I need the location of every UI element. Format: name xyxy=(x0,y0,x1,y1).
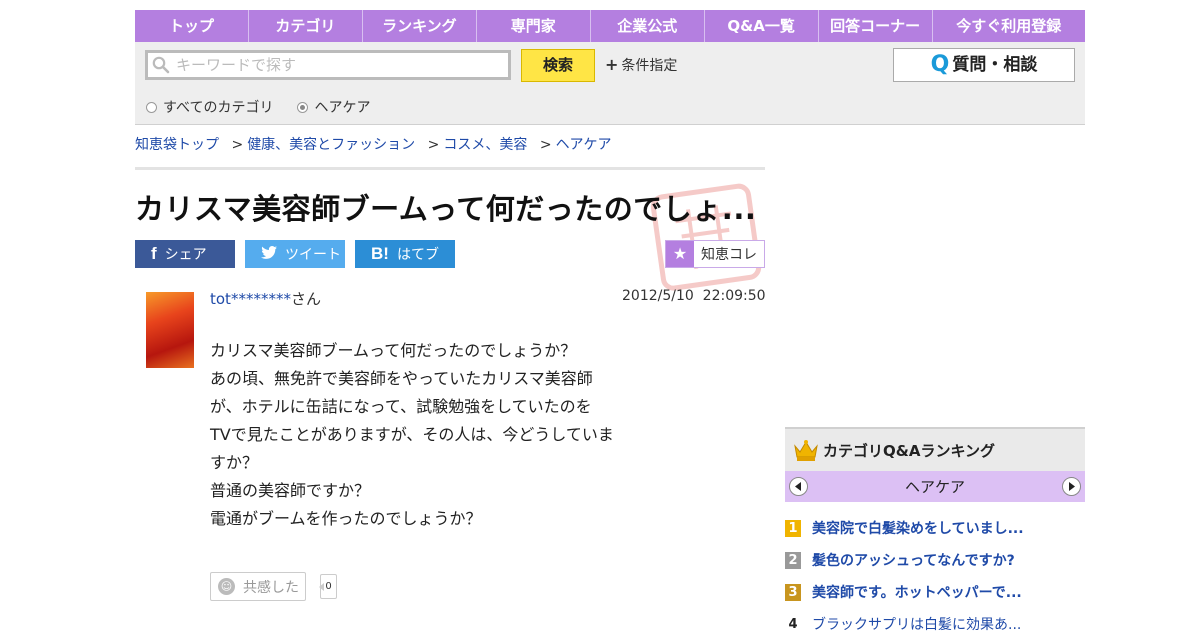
nav-top[interactable]: トップ xyxy=(135,10,249,42)
question-body-line: 普通の美容師ですか？ xyxy=(210,481,371,500)
search-icon xyxy=(148,52,174,78)
breadcrumb-cosme[interactable]: コスメ、美容 xyxy=(443,137,527,153)
star-icon: ★ xyxy=(666,241,694,267)
empathy-label: 共感した xyxy=(243,579,299,596)
twitter-bird-icon xyxy=(261,244,277,263)
question-title: カリスマ美容師ブームって何だったのでしょ... xyxy=(135,192,757,226)
breadcrumb-top[interactable]: 知恵袋トップ xyxy=(135,137,219,153)
nav-official[interactable]: 企業公式 xyxy=(591,10,705,42)
ask-question-button[interactable]: Q 質問・相談 xyxy=(893,48,1075,82)
facebook-share-label: シェア xyxy=(164,247,207,263)
nav-ranking[interactable]: ランキング xyxy=(363,10,477,42)
breadcrumb-haircare[interactable]: ヘアケア xyxy=(556,137,612,153)
rank-number: 2 xyxy=(785,551,801,569)
category-ranking: カテゴリQ&Aランキング ヘアケア 1 美容院で白髪染めをしていまし... 2 髪色… xyxy=(785,427,1085,633)
breadcrumb-separator: > xyxy=(231,137,244,153)
ranking-title: カテゴリQ&Aランキング xyxy=(823,441,995,460)
question-body-line: が、ホテルに缶詰になって、試験勉強をしていたのを xyxy=(210,397,592,416)
question-body: カリスマ美容師ブームって何だったのでしょうか？ あの頃、無免許で美容師をやってい… xyxy=(210,337,630,533)
ranking-category-label: ヘアケア xyxy=(904,478,965,496)
smile-icon: ☺ xyxy=(218,578,235,595)
scope-all-radio[interactable]: すべてのカテゴリ xyxy=(146,97,273,117)
ranking-item[interactable]: 4 ブラックサプリは白髪に効果あ... xyxy=(785,614,1085,634)
nav-register[interactable]: 今すぐ利用登録 xyxy=(933,10,1085,42)
question-body-line: 電通がブームを作ったのでしょうか？ xyxy=(210,509,482,528)
ranking-item[interactable]: 2 髪色のアッシュってなんですか? xyxy=(785,550,1085,570)
triangle-left-icon xyxy=(794,482,801,491)
facebook-share-button[interactable]: f シェア xyxy=(135,240,235,268)
ranking-prev-button[interactable] xyxy=(789,477,808,496)
search-box xyxy=(145,50,511,80)
ranking-item-title[interactable]: 美容院で白髪染めをしていまし... xyxy=(812,518,1024,538)
ranking-item-title[interactable]: 髪色のアッシュってなんですか? xyxy=(812,550,1015,570)
question-body-line: すか？ xyxy=(210,453,259,472)
twitter-share-label: ツイート xyxy=(285,247,341,263)
breadcrumb-health[interactable]: 健康、美容とファッション xyxy=(247,137,415,153)
crown-icon xyxy=(794,440,818,461)
ranking-item-title[interactable]: ブラックサプリは白髪に効果あ... xyxy=(812,614,1021,634)
empathy-button[interactable]: ☺ 共感した xyxy=(210,572,306,601)
nav-experts[interactable]: 専門家 xyxy=(477,10,591,42)
empathy-count: 0 xyxy=(319,574,337,599)
rank-number: 3 xyxy=(785,583,801,601)
question-body-line: カリスマ美容師ブームって何だったのでしょうか？ xyxy=(210,341,577,360)
question-body-line: あの頃、無免許で美容師をやっていたカリスマ美容師 xyxy=(210,369,593,388)
search-input[interactable] xyxy=(174,55,498,75)
hatena-bookmark-label: はてブ xyxy=(396,247,439,263)
author-suffix: さん xyxy=(290,290,321,308)
chie-kore-button[interactable]: ★ 知恵コレ xyxy=(665,240,765,268)
question-body-line: TVで見たことがありますが、その人は、今どうしていま xyxy=(210,425,614,444)
facebook-icon: f xyxy=(151,244,157,263)
ranking-item[interactable]: 3 美容師です。ホットペッパーで... xyxy=(785,582,1085,602)
chie-kore-label: 知恵コレ xyxy=(701,247,757,263)
conditions-label: 条件指定 xyxy=(621,58,678,74)
ranking-item-title[interactable]: 美容師です。ホットペッパーで... xyxy=(812,582,1022,602)
scope-category-label: ヘアケア xyxy=(314,100,371,116)
ranking-category-bar: ヘアケア xyxy=(785,471,1085,502)
global-nav: トップ カテゴリ ランキング 専門家 企業公式 Q&A一覧 回答コーナー 今すぐ… xyxy=(135,10,1085,42)
question-q-icon: Q xyxy=(930,52,950,77)
question-date: 2012/5/10 22:09:50 xyxy=(622,288,766,304)
search-scope: すべてのカテゴリ ヘアケア xyxy=(146,97,370,117)
breadcrumb-separator: > xyxy=(539,137,552,153)
ask-question-label: 質問・相談 xyxy=(952,55,1038,75)
radio-off-icon xyxy=(146,101,157,113)
scope-category-radio[interactable]: ヘアケア xyxy=(297,97,370,117)
radio-on-icon xyxy=(297,101,309,113)
hatena-bookmark-button[interactable]: B! はてブ xyxy=(355,240,455,268)
search-button[interactable]: 検索 xyxy=(521,49,595,82)
scope-all-label: すべてのカテゴリ xyxy=(163,100,274,116)
divider xyxy=(135,167,765,170)
ranking-header: カテゴリQ&Aランキング xyxy=(785,427,1085,471)
author-link[interactable]: tot******** xyxy=(210,290,291,308)
question-author: tot********さん xyxy=(210,288,321,309)
nav-category[interactable]: カテゴリ xyxy=(249,10,363,42)
breadcrumb-separator: > xyxy=(427,137,440,153)
conditions-link[interactable]: + 条件指定 xyxy=(605,55,677,75)
ranking-item[interactable]: 1 美容院で白髪染めをしていまし... xyxy=(785,518,1085,538)
twitter-share-button[interactable]: ツイート xyxy=(245,240,345,268)
breadcrumb: 知恵袋トップ > 健康、美容とファッション > コスメ、美容 > ヘアケア xyxy=(135,134,612,154)
hatena-bookmark-icon: B! xyxy=(371,244,389,263)
nav-qa-list[interactable]: Q&A一覧 xyxy=(705,10,819,42)
nav-answer-corner[interactable]: 回答コーナー xyxy=(819,10,933,42)
avatar[interactable] xyxy=(146,292,194,368)
rank-number: 1 xyxy=(785,519,801,537)
ranking-next-button[interactable] xyxy=(1061,477,1081,496)
search-area: 検索 +条件指定 Q質問・相談 すべてのカテゴリ ヘアケア xyxy=(135,42,1085,125)
plus-icon: + xyxy=(605,55,619,74)
triangle-right-icon xyxy=(1069,482,1076,491)
